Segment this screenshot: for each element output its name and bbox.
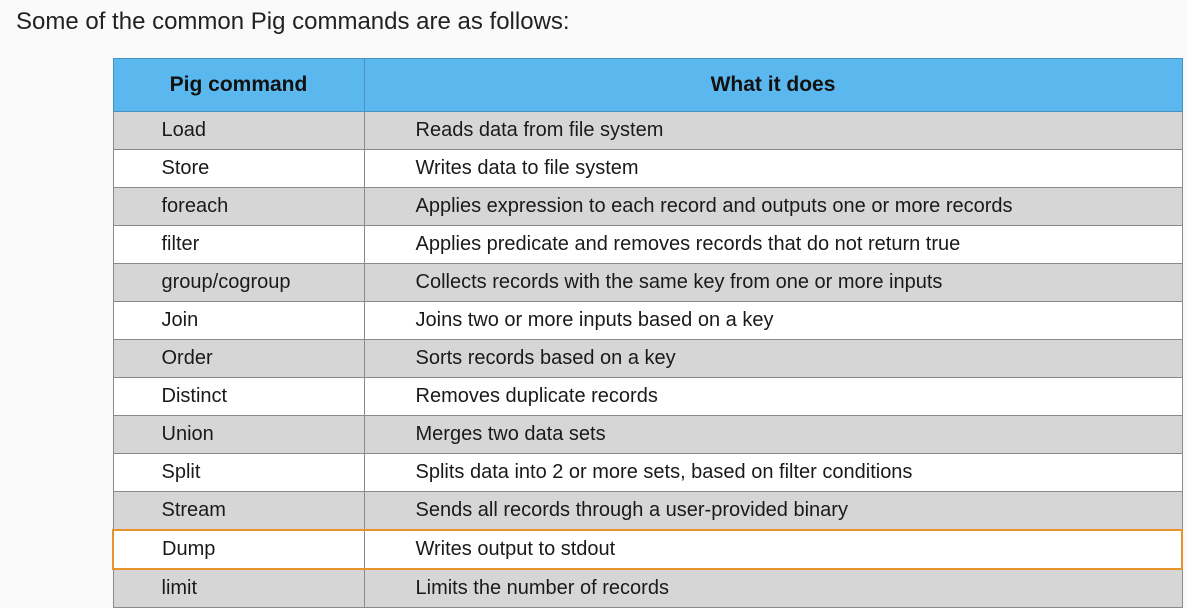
table-row: Store Writes data to file system [112, 149, 1183, 188]
description-cell: Removes duplicate records [363, 377, 1183, 416]
command-cell: Split [112, 453, 365, 492]
command-cell: group/cogroup [112, 263, 365, 302]
command-cell: Load [112, 111, 365, 150]
table-row: Order Sorts records based on a key [112, 339, 1183, 378]
command-cell: Dump [112, 529, 365, 570]
command-cell: Stream [112, 491, 365, 531]
description-cell: Applies expression to each record and ou… [363, 187, 1183, 226]
command-cell: Order [112, 339, 365, 378]
description-cell: Reads data from file system [363, 111, 1183, 150]
description-cell: Sends all records through a user-provide… [363, 491, 1183, 531]
command-cell: Join [112, 301, 365, 340]
header-pig-command: Pig command [112, 58, 365, 112]
table-row: group/cogroup Collects records with the … [112, 263, 1183, 302]
command-cell: limit [112, 568, 365, 608]
description-cell: Limits the number of records [363, 568, 1183, 608]
table-row: Distinct Removes duplicate records [112, 377, 1183, 416]
table-row: foreach Applies expression to each recor… [112, 187, 1183, 226]
table-row: limit Limits the number of records [112, 568, 1183, 608]
command-cell: Store [112, 149, 365, 188]
table-row: Union Merges two data sets [112, 415, 1183, 454]
description-cell: Applies predicate and removes records th… [363, 225, 1183, 264]
description-cell: Joins two or more inputs based on a key [363, 301, 1183, 340]
description-cell: Collects records with the same key from … [363, 263, 1183, 302]
pig-commands-table: Pig command What it does Load Reads data… [112, 58, 1183, 608]
description-cell: Writes data to file system [363, 149, 1183, 188]
command-cell: Distinct [112, 377, 365, 416]
table-row: Stream Sends all records through a user-… [112, 491, 1183, 531]
table-row-highlighted: Dump Writes output to stdout [112, 529, 1183, 570]
description-cell: Sorts records based on a key [363, 339, 1183, 378]
table-row: Join Joins two or more inputs based on a… [112, 301, 1183, 340]
page-heading: Some of the common Pig commands are as f… [16, 8, 570, 35]
table-row: Load Reads data from file system [112, 111, 1183, 150]
table-header-row: Pig command What it does [112, 58, 1183, 112]
description-cell: Splits data into 2 or more sets, based o… [363, 453, 1183, 492]
pig-commands-table-container: Pig command What it does Load Reads data… [112, 58, 1183, 608]
table-row: Split Splits data into 2 or more sets, b… [112, 453, 1183, 492]
command-cell: Union [112, 415, 365, 454]
command-cell: foreach [112, 187, 365, 226]
description-cell: Merges two data sets [363, 415, 1183, 454]
command-cell: filter [112, 225, 365, 264]
table-row: filter Applies predicate and removes rec… [112, 225, 1183, 264]
header-what-it-does: What it does [363, 58, 1183, 112]
description-cell: Writes output to stdout [363, 529, 1183, 570]
